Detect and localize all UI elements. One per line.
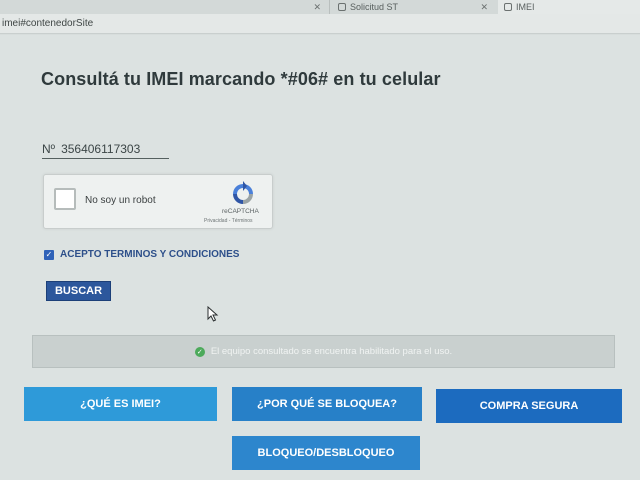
browser-tab-bar: ✕ Solicitud ST ✕ IMEI [0, 0, 640, 14]
imei-input[interactable]: Nº 356406117303 [42, 141, 169, 159]
browser-tab-solicitud[interactable]: Solicitud ST ✕ [332, 0, 496, 14]
safe-purchase-button[interactable]: COMPRA SEGURA [436, 389, 622, 423]
tab-label: Solicitud ST [350, 2, 399, 12]
block-unblock-button[interactable]: BLOQUEO/DESBLOQUEO [232, 436, 420, 470]
url-text: imei#contenedorSite [2, 18, 94, 29]
recaptcha-label: No soy un robot [85, 195, 156, 206]
recaptcha-brand: reCAPTCHA [222, 208, 259, 215]
page-icon [338, 3, 346, 11]
terms-checkbox[interactable]: ✓ [44, 249, 54, 260]
what-is-imei-button[interactable]: ¿QUÉ ES IMEI? [24, 387, 217, 421]
search-button[interactable]: BUSCAR [46, 281, 111, 301]
imei-prefix: Nº [42, 142, 56, 156]
page-title: Consultá tu IMEI marcando *#06# en tu ce… [41, 69, 441, 89]
tab-label: IMEI [516, 2, 535, 12]
close-icon[interactable]: ✕ [313, 2, 321, 12]
status-text: El equipo consultado se encuentra habili… [210, 346, 453, 357]
browser-tab-imei[interactable]: IMEI [498, 0, 640, 14]
status-message-bar: ✓ El equipo consultado se encuentra habi… [32, 335, 615, 368]
recaptcha-logo-icon [233, 181, 253, 204]
page-content: Consultá tu IMEI marcando *#06# en tu ce… [0, 35, 640, 480]
why-blocked-button[interactable]: ¿POR QUÉ SE BLOQUEA? [232, 387, 422, 421]
recaptcha-links[interactable]: Privacidad - Términos [204, 218, 253, 224]
imei-value: 356406117303 [61, 142, 141, 156]
check-circle-icon: ✓ [194, 346, 205, 357]
recaptcha-checkbox[interactable] [54, 188, 76, 210]
browser-tab[interactable]: ✕ [290, 0, 330, 14]
mouse-cursor-icon [207, 306, 219, 322]
close-icon[interactable]: ✕ [480, 2, 488, 12]
terms-label: ACEPTO TERMINOS Y CONDICIONES [60, 249, 240, 260]
recaptcha-widget: No soy un robot reCAPTCHA Privacidad - T… [43, 174, 273, 229]
terms-row[interactable]: ✓ ACEPTO TERMINOS Y CONDICIONES [44, 249, 239, 260]
address-bar[interactable]: imei#contenedorSite [0, 14, 640, 34]
site-icon [504, 3, 512, 11]
